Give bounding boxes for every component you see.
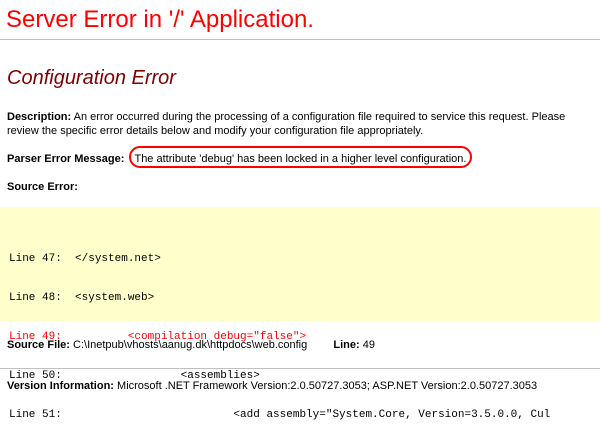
source-code-box: Line 47: </system.net> Line 48: <system.…	[0, 207, 600, 421]
code-line-48: Line 48: <system.web>	[9, 292, 155, 304]
bottom-divider	[0, 368, 600, 369]
source-file-label: Source File:	[7, 339, 70, 351]
code-line-51: Line 51: <add assembly="System.Core, Ver…	[9, 409, 551, 421]
configuration-error-title: Configuration Error	[7, 67, 176, 89]
parser-error-row: Parser Error Message: The attribute 'deb…	[7, 146, 473, 168]
line-label: Line:	[333, 339, 360, 351]
source-error-label: Source Error:	[7, 181, 78, 193]
parser-error-highlight: The attribute 'debug' has been locked in…	[129, 146, 473, 168]
description-text: An error occurred during the processing …	[7, 111, 566, 137]
red-highlight-ring	[129, 146, 473, 168]
description-label: Description:	[7, 111, 72, 123]
version-information-label: Version Information:	[7, 380, 114, 392]
line-number: 49	[362, 339, 375, 351]
version-information-text: Microsoft .NET Framework Version:2.0.507…	[117, 380, 538, 392]
title-divider	[0, 39, 600, 40]
code-line-47: Line 47: </system.net>	[9, 253, 161, 265]
server-error-title: Server Error in '/' Application.	[6, 6, 314, 33]
version-information-row: Version Information: Microsoft .NET Fram…	[7, 379, 537, 393]
description-block: Description: An error occurred during th…	[7, 110, 592, 138]
source-file-path: C:\Inetpub\vhosts\aanug.dk\httpdocs\web.…	[73, 339, 308, 351]
error-page: Server Error in '/' Application. Configu…	[0, 0, 600, 421]
source-file-row: Source File: C:\Inetpub\vhosts\aanug.dk\…	[7, 338, 375, 352]
parser-error-label: Parser Error Message:	[7, 153, 125, 165]
